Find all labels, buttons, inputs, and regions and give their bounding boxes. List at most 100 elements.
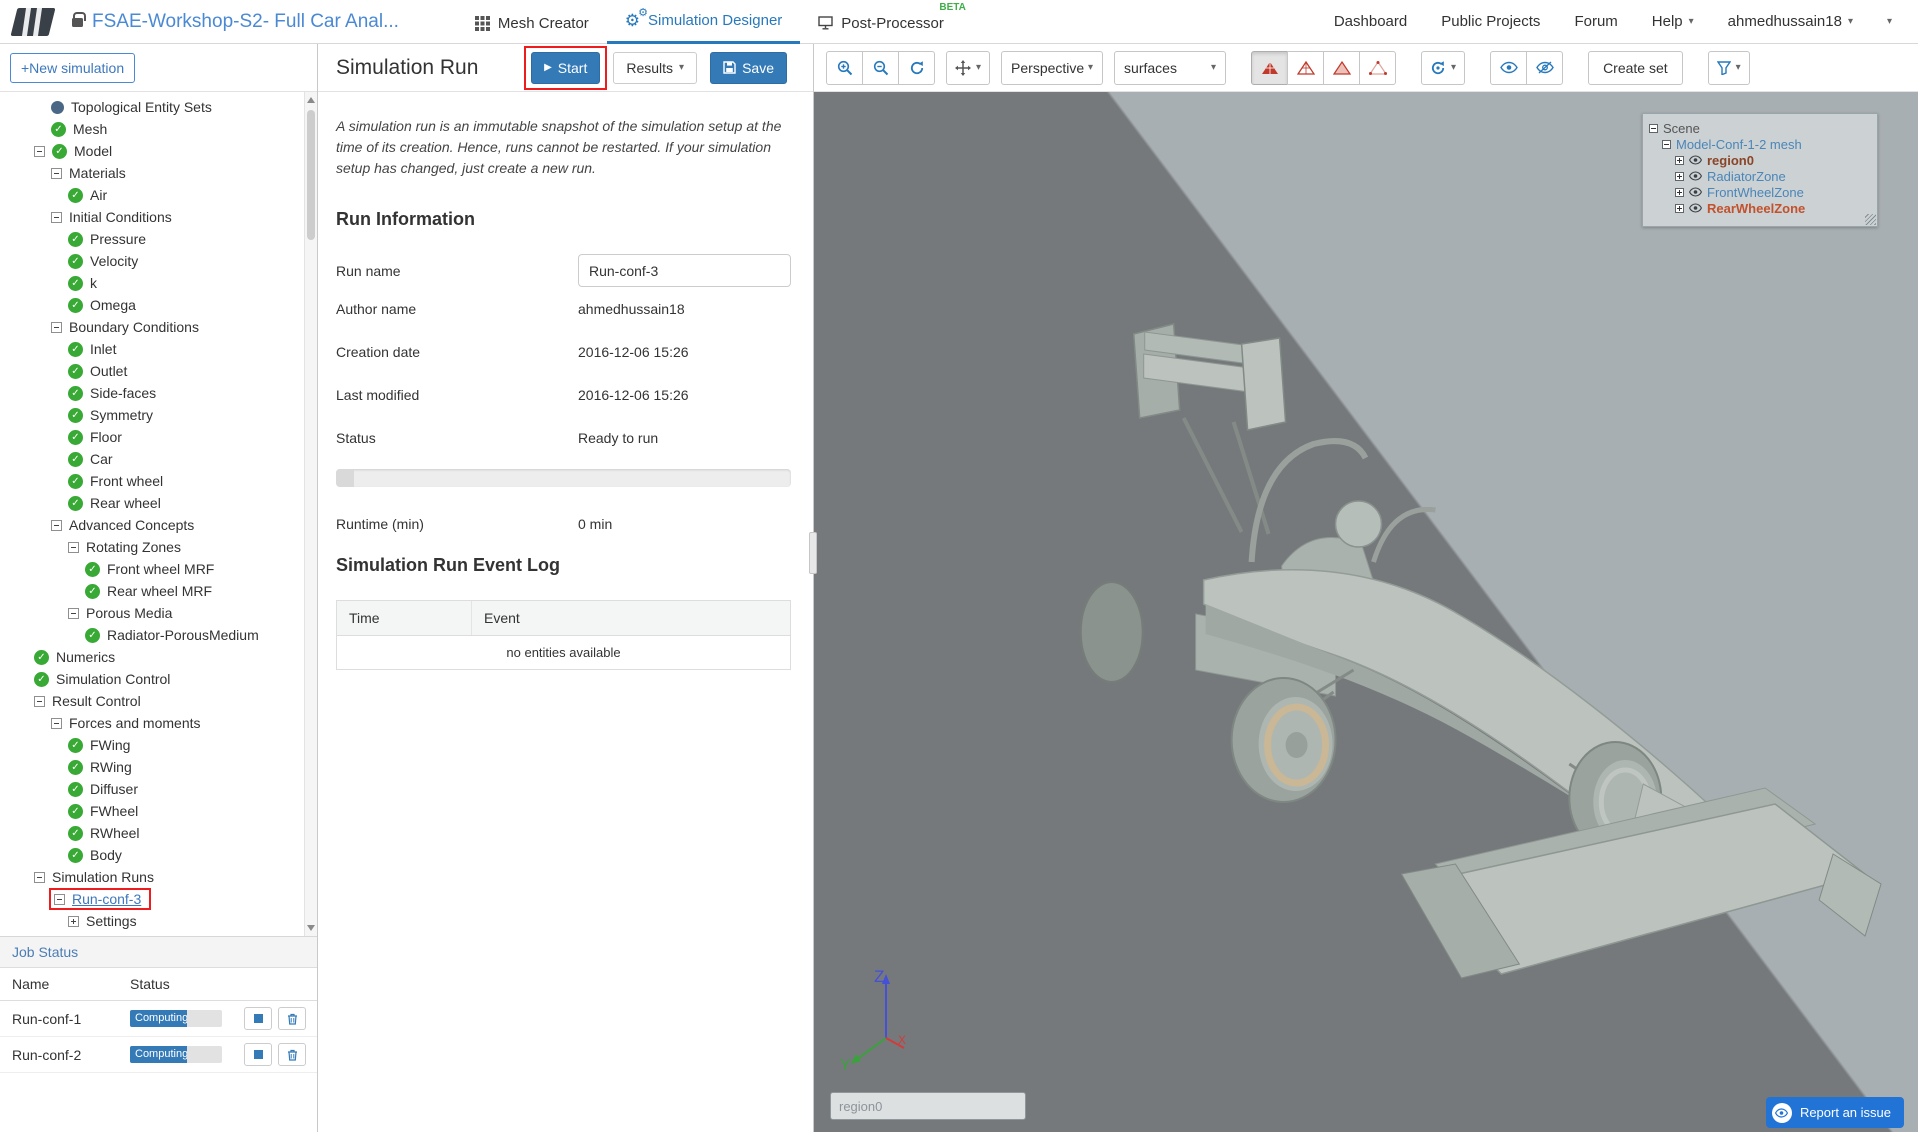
tree-item-settings[interactable]: Settings [0,910,304,932]
collapse-icon[interactable] [1662,140,1671,149]
collapse-icon[interactable] [51,212,62,223]
tree-item-rear-wheel-mrf[interactable]: Rear wheel MRF [0,580,304,602]
tree-item-outlet[interactable]: Outlet [0,360,304,382]
tree-item-initial-conditions[interactable]: Initial Conditions [0,206,304,228]
delete-job-button[interactable] [278,1043,306,1066]
tree-item-inlet[interactable]: Inlet [0,338,304,360]
tree-item-result-control[interactable]: Result Control [0,690,304,712]
tree-item-floor[interactable]: Floor [0,426,304,448]
visibility-eye-icon[interactable] [1689,171,1702,181]
new-simulation-button[interactable]: +New simulation [10,53,135,83]
stop-job-button[interactable] [244,1007,272,1030]
tab-mesh-creator[interactable]: Mesh Creator [457,0,607,44]
hide-selected-button[interactable] [1526,51,1563,85]
tree-item-radiator-porousmedium[interactable]: Radiator-PorousMedium [0,624,304,646]
tree-item-mesh[interactable]: Mesh [0,118,304,140]
stop-job-button[interactable] [244,1043,272,1066]
tree-item-advanced-concepts[interactable]: Advanced Concepts [0,514,304,536]
reset-view-button[interactable] [898,51,935,85]
tree-item-materials[interactable]: Materials [0,162,304,184]
tree-item-forces-and-moments[interactable]: Forces and moments [0,712,304,734]
render-mode-solid-button[interactable] [1251,51,1288,85]
tree-item-rear-wheel[interactable]: Rear wheel [0,492,304,514]
tree-scrollbar[interactable] [304,92,317,936]
scene-tree-item-frontwheelzone[interactable]: FrontWheelZone [1649,184,1871,200]
tree-item-fwing[interactable]: FWing [0,734,304,756]
zoom-out-button[interactable] [862,51,899,85]
tree-item-numerics[interactable]: Numerics [0,646,304,668]
create-set-button[interactable]: Create set [1588,51,1683,85]
save-button[interactable]: Save [710,52,787,84]
tab-simulation-designer[interactable]: ⚙⚙ Simulation Designer [607,0,800,44]
collapse-icon[interactable] [51,322,62,333]
nav-public-projects[interactable]: Public Projects [1441,13,1540,30]
expand-icon[interactable] [1675,172,1684,181]
filter-button[interactable]: ▾ [1708,51,1750,85]
scene-tree-mesh[interactable]: Model-Conf-1-2 mesh [1649,136,1871,152]
region-name-input[interactable] [830,1092,1026,1120]
entity-type-select[interactable]: surfaces ▾ [1114,51,1226,85]
tree-item-front-wheel[interactable]: Front wheel [0,470,304,492]
tree-item-model[interactable]: Model [0,140,304,162]
render-mode-surface-button[interactable] [1323,51,1360,85]
expand-icon[interactable] [68,916,79,927]
tree-item-velocity[interactable]: Velocity [0,250,304,272]
tree-item-simulation-runs[interactable]: Simulation Runs [0,866,304,888]
scrollbar-thumb[interactable] [307,110,315,240]
tree-item-topological-entity-sets[interactable]: Topological Entity Sets [0,96,304,118]
run-name-input[interactable] [578,254,791,287]
tree-item-front-wheel-mrf[interactable]: Front wheel MRF [0,558,304,580]
collapse-icon[interactable] [68,542,79,553]
car-model-render[interactable] [814,92,1918,1132]
tree-item-pressure[interactable]: Pressure [0,228,304,250]
tree-item-car[interactable]: Car [0,448,304,470]
tree-item-symmetry[interactable]: Symmetry [0,404,304,426]
tree-item-air[interactable]: Air [0,184,304,206]
scene-tree-root[interactable]: Scene [1649,120,1871,136]
tree-item-k[interactable]: k [0,272,304,294]
start-button[interactable]: ▶ Start [531,52,600,84]
orientation-button[interactable]: ▾ [1421,51,1465,85]
expand-icon[interactable] [1675,156,1684,165]
expand-icon[interactable] [1675,204,1684,213]
show-all-button[interactable] [1490,51,1527,85]
zoom-in-button[interactable] [826,51,863,85]
projection-select[interactable]: Perspective ▾ [1001,51,1103,85]
scene-tree-item-region0[interactable]: region0 [1649,152,1871,168]
tree-item-rwing[interactable]: RWing [0,756,304,778]
tree-item-rwheel[interactable]: RWheel [0,822,304,844]
collapse-icon[interactable] [34,696,45,707]
scene-tree-item-rearwheelzone[interactable]: RearWheelZone [1649,200,1871,216]
app-logo-icon[interactable] [11,8,56,36]
scroll-down-icon[interactable] [307,925,315,931]
tree-item-diffuser[interactable]: Diffuser [0,778,304,800]
collapse-icon[interactable] [34,146,45,157]
nav-forum[interactable]: Forum [1574,13,1617,30]
results-button[interactable]: Results ▾ [613,52,697,84]
collapse-icon[interactable] [51,718,62,729]
render-mode-wireframe-button[interactable] [1287,51,1324,85]
project-title[interactable]: FSAE-Workshop-S2- Full Car Anal... [92,11,399,33]
tree-item-porous-media[interactable]: Porous Media [0,602,304,624]
scroll-up-icon[interactable] [307,97,315,103]
visibility-eye-icon[interactable] [1689,155,1702,165]
visibility-eye-icon[interactable] [1689,187,1702,197]
nav-user-menu[interactable]: ahmedhussain18▾ [1728,13,1853,30]
collapse-icon[interactable] [54,894,65,905]
report-issue-button[interactable]: Report an issue [1766,1097,1904,1128]
tree-item-boundary-conditions[interactable]: Boundary Conditions [0,316,304,338]
nav-dashboard[interactable]: Dashboard [1334,13,1407,30]
expand-icon[interactable] [1675,188,1684,197]
delete-job-button[interactable] [278,1007,306,1030]
collapse-icon[interactable] [1649,124,1658,133]
tree-item-body[interactable]: Body [0,844,304,866]
render-mode-points-button[interactable] [1359,51,1396,85]
pan-tool-button[interactable]: ▾ [946,51,990,85]
resize-handle-icon[interactable] [1865,214,1876,225]
tree-item-rotating-zones[interactable]: Rotating Zones [0,536,304,558]
collapse-icon[interactable] [51,520,62,531]
tree-item-side-faces[interactable]: Side-faces [0,382,304,404]
collapse-icon[interactable] [68,608,79,619]
navbar-overflow-chevron-icon[interactable]: ▾ [1887,16,1892,27]
tree-item-fwheel[interactable]: FWheel [0,800,304,822]
